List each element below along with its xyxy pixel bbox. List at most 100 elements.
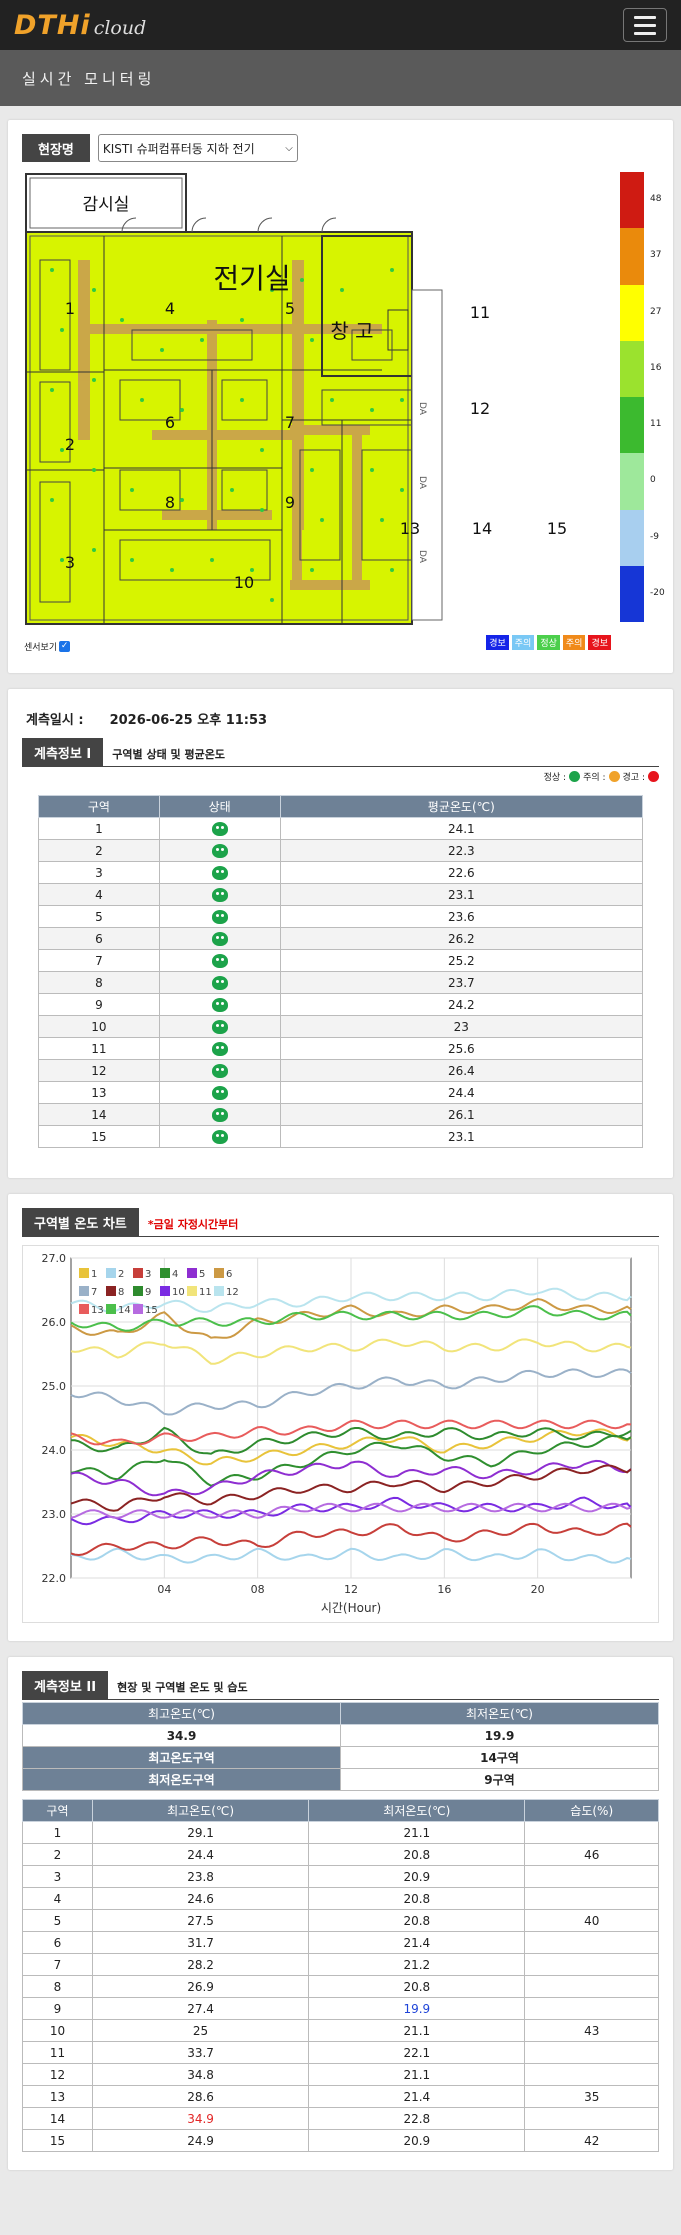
col-min-temp: 최저온도(℃) <box>308 1799 526 1822</box>
zone-cell: 10 <box>22 2019 93 2042</box>
status-cell <box>158 993 281 1016</box>
room-name-storage: 창 고 <box>330 319 373 343</box>
table-row: 7 28.2 21.2 <box>22 1953 659 1976</box>
table-row: 8 26.9 20.8 <box>22 1975 659 1998</box>
avg-temp-cell: 23 <box>279 1015 644 1038</box>
hamburger-menu-button[interactable] <box>623 8 667 42</box>
table-row: 9 27.4 19.9 <box>22 1997 659 2020</box>
y-tick-label: 27.0 <box>42 1252 67 1265</box>
page-subtitle: 실시간 모니터링 <box>22 69 156 88</box>
top-bar: DTHi cloud <box>0 0 681 50</box>
zone-cell: 9 <box>38 993 160 1016</box>
legend-warning-label: 경고 : <box>622 773 645 783</box>
page-subtitle-bar: 실시간 모니터링 <box>0 50 681 106</box>
legend-swatch <box>187 1268 197 1278</box>
logo[interactable]: DTHi cloud <box>14 10 146 41</box>
legend-tick-label: 16 <box>650 362 662 373</box>
legend-label: 11 <box>199 1287 212 1298</box>
legend-label: 15 <box>145 1305 158 1316</box>
min-temp-cell: 21.1 <box>308 1821 526 1844</box>
y-tick-label: 26.0 <box>42 1316 67 1329</box>
zone-cell: 2 <box>22 1843 93 1866</box>
table-row: 13 28.6 21.4 35 <box>22 2085 659 2108</box>
col-zone-2: 구역 <box>22 1799 93 1822</box>
zone-label-10: 10 <box>234 573 254 592</box>
table-row: 10 25 21.1 43 <box>22 2019 659 2042</box>
humidity-cell: 40 <box>524 1909 659 1932</box>
min-temp-cell: 20.8 <box>308 1909 526 1932</box>
table-row: 1 29.1 21.1 <box>22 1821 659 1844</box>
humidity-cell: 43 <box>524 2019 659 2042</box>
summary-min-zone-value: 9구역 <box>340 1768 659 1791</box>
site-selector-row: 현장명 KISTI 슈퍼컴퓨터동 지하 전기 ⌵ <box>22 134 659 162</box>
table-row: 12 26.4 <box>38 1059 644 1082</box>
avg-temp-cell: 23.7 <box>279 971 644 994</box>
humidity-cell: 42 <box>524 2129 659 2152</box>
zone-cell: 5 <box>22 1909 93 1932</box>
legend-tick-label: 48 <box>650 194 662 205</box>
zone-label-4: 4 <box>165 299 175 318</box>
humidity-cell <box>524 1975 659 1998</box>
legend-caution-label: 주의 : <box>583 773 606 783</box>
logo-sub-text: cloud <box>93 16 147 39</box>
legend-swatch <box>133 1268 143 1278</box>
table-row: 2 24.4 20.8 46 <box>22 1843 659 1866</box>
max-temp-cell: 27.5 <box>91 1909 310 1932</box>
legend-label: 8 <box>118 1287 124 1298</box>
zone-cell: 3 <box>22 1865 93 1888</box>
col-humidity: 습도(%) <box>524 1799 659 1822</box>
zone-cell: 8 <box>22 1975 93 1998</box>
table-row: 13 24.4 <box>38 1081 644 1104</box>
table-row: 3 23.8 20.9 <box>22 1865 659 1888</box>
x-tick-label: 04 <box>157 1583 171 1596</box>
zone-label-14: 14 <box>472 519 492 538</box>
logo-main-text: DTHi <box>14 9 91 41</box>
legend-swatch <box>160 1286 170 1296</box>
status-cell <box>158 817 281 840</box>
sensor-toggle[interactable]: 센서보기 ✓ <box>24 640 71 653</box>
humidity-cell <box>524 1997 659 2020</box>
avg-temp-cell: 24.1 <box>279 817 644 840</box>
checkbox-checked-icon[interactable]: ✓ <box>59 641 71 652</box>
zone-cell: 9 <box>22 1997 93 2020</box>
zone-cell: 3 <box>38 861 160 884</box>
zone-cell: 6 <box>38 927 160 950</box>
humidity-cell: 35 <box>524 2085 659 2108</box>
x-tick-label: 16 <box>437 1583 451 1596</box>
table-row: 8 23.7 <box>38 971 644 994</box>
legend-color-3 <box>620 340 644 397</box>
zone-cell: 12 <box>38 1059 160 1082</box>
legend-tick-label: -20 <box>650 587 665 598</box>
max-temp-cell: 24.9 <box>91 2129 310 2152</box>
normal-status-icon <box>211 1107 228 1122</box>
zone-label-13: 13 <box>400 519 420 538</box>
zone-label-9: 9 <box>285 493 295 512</box>
info1-desc: 구역별 상태 및 평균온도 <box>112 747 225 761</box>
summary-max-value: 34.9 <box>22 1724 341 1747</box>
zone-cell: 4 <box>38 883 160 906</box>
normal-status-icon <box>211 997 228 1012</box>
hamburger-icon <box>634 15 656 19</box>
summary-min-header: 최저온도(℃) <box>340 1702 659 1725</box>
status-cell <box>158 839 281 862</box>
normal-status-icon <box>211 821 228 836</box>
zone-cell: 1 <box>38 817 160 840</box>
table-row: 12 34.8 21.1 <box>22 2063 659 2086</box>
legend-label: 14 <box>118 1305 131 1316</box>
site-select[interactable]: KISTI 슈퍼컴퓨터동 지하 전기 ⌵ <box>97 134 298 162</box>
min-temp-cell: 21.4 <box>308 1931 526 1954</box>
legend-swatch <box>106 1268 116 1278</box>
room-name-electric: 전기실 <box>213 262 290 295</box>
zone-cell: 1 <box>22 1821 93 1844</box>
normal-status-icon <box>211 865 228 880</box>
min-temp-cell: 20.8 <box>308 1843 526 1866</box>
table-row: 2 22.3 <box>38 839 644 862</box>
humidity-cell <box>524 1953 659 1976</box>
status-cell <box>158 927 281 950</box>
legend-swatch <box>79 1286 89 1296</box>
x-axis-label: 시간(Hour) <box>321 1601 381 1615</box>
zone-cell: 4 <box>22 1887 93 1910</box>
max-temp-cell: 31.7 <box>91 1931 310 1954</box>
table-row: 4 24.6 20.8 <box>22 1887 659 1910</box>
zone-label-7: 7 <box>285 413 295 432</box>
